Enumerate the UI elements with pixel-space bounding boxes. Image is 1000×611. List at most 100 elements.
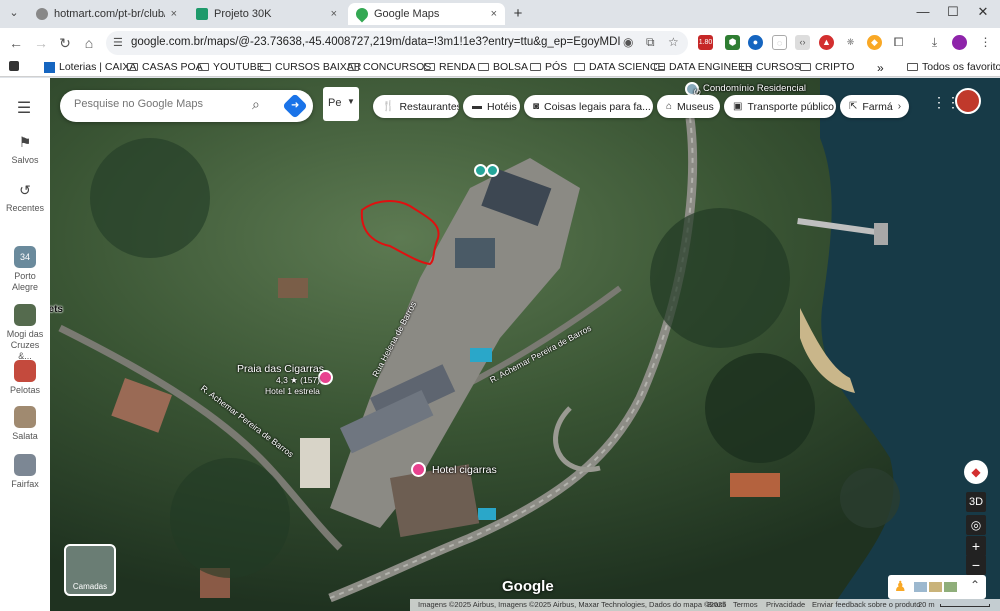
label-condominio[interactable]: Condomínio Residencial [703, 83, 806, 94]
bookmark-folder[interactable]: RENDA [424, 61, 476, 73]
bookmarks-panel-icon[interactable] [9, 61, 19, 71]
folder-icon [127, 63, 138, 71]
tab-hotmart[interactable]: hotmart.com/pt-br/club/neon- × [28, 3, 185, 25]
label-hotel-cigarras[interactable]: Hotel cigarras [432, 464, 497, 476]
tab-google-maps[interactable]: Google Maps × [348, 3, 505, 25]
location-icon[interactable]: ◉ [623, 35, 633, 49]
extension-badge-icon[interactable]: 1.80 [698, 35, 713, 50]
bookmark-folder[interactable]: CURSOS BAIXAR [260, 61, 361, 73]
chip-hotels[interactable]: ▬ Hotéis [463, 95, 520, 118]
chip-museums[interactable]: ⌂ Museus [657, 95, 720, 118]
address-bar[interactable]: ☰ google.com.br/maps/@-23.73638,-45.4008… [106, 31, 688, 55]
forward-icon[interactable]: → [33, 35, 49, 51]
reload-icon[interactable]: ↻ [57, 35, 73, 52]
chip-restaurants[interactable]: 🍴 Restaurantes [373, 95, 459, 118]
praia-rating: 4,3 ★ (157) [276, 375, 321, 385]
url-text[interactable]: google.com.br/maps/@-23.73638,-45.400872… [131, 36, 621, 48]
back-icon[interactable]: ← [8, 35, 24, 51]
extension-icon[interactable]: ◆ [867, 35, 882, 50]
recent-button[interactable]: ↺ Recentes [0, 182, 50, 213]
scale-label[interactable]: 20 m [918, 600, 935, 609]
feedback-link[interactable]: Enviar feedback sobre o produto [812, 600, 920, 609]
bookmark-folder[interactable]: CURSOS [741, 61, 801, 73]
search-input[interactable] [74, 98, 244, 110]
zoom-out-button[interactable]: − [966, 555, 986, 575]
compass-icon[interactable]: ◆ [964, 460, 988, 484]
tab-search-icon[interactable]: ⌄ [6, 6, 22, 22]
recent-place-mogi[interactable]: Mogi das Cruzes &... [0, 304, 50, 362]
map-type-dropdown[interactable]: Pe ▼ [323, 87, 359, 121]
directions-icon[interactable]: ➜ [282, 93, 308, 119]
imagery-thumb[interactable] [914, 582, 927, 592]
bookmark-folder[interactable]: CONCURSOS [348, 61, 431, 73]
minimize-button[interactable]: — [914, 4, 932, 19]
recent-place-porto-alegre[interactable]: 34 Porto Alegre [0, 246, 50, 293]
close-icon[interactable]: × [331, 8, 337, 20]
home-icon[interactable]: ⌂ [81, 35, 97, 51]
map-canvas[interactable]: ☰ ⚑ Salvos ↺ Recentes 34 Porto Alegre Mogi … [0, 78, 1000, 611]
browser-toolbar: ← → ↻ ⌂ ☰ google.com.br/maps/@-23.73638,… [0, 28, 1000, 58]
hotel-pin-icon[interactable] [318, 370, 333, 385]
bookmark-folder[interactable]: BOLSA [478, 61, 528, 73]
chevron-right-icon[interactable]: › [898, 101, 901, 112]
code-extension-icon[interactable]: ‹› [795, 35, 810, 50]
bookmark-folder[interactable]: DATA SCIENCE [574, 61, 664, 73]
search-icon[interactable]: ⌕ [252, 96, 260, 113]
close-icon[interactable]: × [491, 8, 497, 20]
country-link[interactable]: Brasil [707, 600, 726, 609]
label-praia-cigarras[interactable]: Praia das Cigarras [237, 363, 324, 375]
bookmark-star-icon[interactable]: ☆ [668, 35, 679, 49]
recent-place-pelotas[interactable]: Pelotas [0, 360, 50, 395]
maps-side-rail: ☰ ⚑ Salvos ↺ Recentes 34 Porto Alegre Mogi … [0, 78, 50, 611]
maximize-button[interactable]: ☐ [944, 4, 962, 20]
folder-icon [654, 63, 665, 71]
pegman-icon[interactable]: ♟ [894, 578, 907, 595]
satellite-imagery[interactable] [0, 78, 1000, 611]
more-menu-icon[interactable]: ⋮ [978, 35, 993, 50]
install-icon[interactable]: ⧉ [646, 35, 655, 50]
map-footer: Imagens ©2025 Airbus, Imagens ©2025 Airb… [410, 599, 1000, 611]
menu-icon[interactable]: ☰ [14, 98, 34, 118]
recent-place-salata[interactable]: Salata [0, 406, 50, 441]
chip-transit[interactable]: ▣ Transporte público [724, 95, 836, 118]
chip-pharmacy[interactable]: ⇱ Farmá › [840, 95, 909, 118]
shield-extension-icon[interactable]: ⬢ [725, 35, 740, 50]
bookmark-loterias[interactable]: Loterias | CAIXA [44, 61, 136, 73]
bookmark-folder[interactable]: PÓS [530, 61, 567, 73]
puzzle-icon[interactable]: ⧠ [891, 35, 906, 50]
bookmark-folder[interactable]: DATA ENGINEER [654, 61, 753, 73]
expand-icon[interactable]: ⌃ [970, 578, 980, 592]
saved-button[interactable]: ⚑ Salvos [0, 134, 50, 165]
zoom-in-button[interactable]: + [966, 536, 986, 556]
my-location-icon[interactable]: ◎ [966, 515, 986, 535]
site-info-icon[interactable]: ☰ [113, 36, 127, 50]
tab-projeto[interactable]: Projeto 30K × [188, 3, 345, 25]
layers-button[interactable]: Camadas [64, 544, 116, 596]
account-avatar[interactable] [955, 88, 981, 114]
bookmark-folder[interactable]: CASAS POA [127, 61, 203, 73]
close-window-button[interactable]: ✕ [974, 4, 992, 20]
3d-toggle-button[interactable]: 3D [966, 492, 986, 512]
bookmarks-overflow-button[interactable]: » [877, 61, 884, 75]
all-favorites[interactable]: Todos os favoritos [907, 61, 1000, 73]
terms-link[interactable]: Termos [733, 600, 758, 609]
profile-avatar[interactable] [952, 35, 967, 50]
layers-label: Camadas [72, 582, 108, 591]
extension-icon[interactable]: ❋ [843, 35, 858, 50]
recent-place-fairfax[interactable]: Fairfax [0, 454, 50, 489]
bookmark-folder[interactable]: YOUTUBE [198, 61, 264, 73]
imagery-thumb[interactable] [929, 582, 942, 592]
close-icon[interactable]: × [171, 8, 177, 20]
chip-things-to-do[interactable]: ◙ Coisas legais para fa... [524, 95, 653, 118]
new-tab-button[interactable]: + [508, 4, 528, 24]
poi-pin-icon[interactable] [486, 164, 499, 177]
download-icon[interactable]: ⤓ [927, 35, 942, 50]
folder-icon [348, 63, 359, 71]
imagery-thumb[interactable] [944, 582, 957, 592]
extension-icon[interactable]: ▲ [819, 35, 834, 50]
extension-icon[interactable]: ◌ [772, 35, 787, 50]
hotel-pin-icon[interactable] [411, 462, 426, 477]
extension-icon[interactable]: ● [748, 35, 763, 50]
privacy-link[interactable]: Privacidade [766, 600, 805, 609]
bookmark-folder[interactable]: CRIPTO [800, 61, 854, 73]
